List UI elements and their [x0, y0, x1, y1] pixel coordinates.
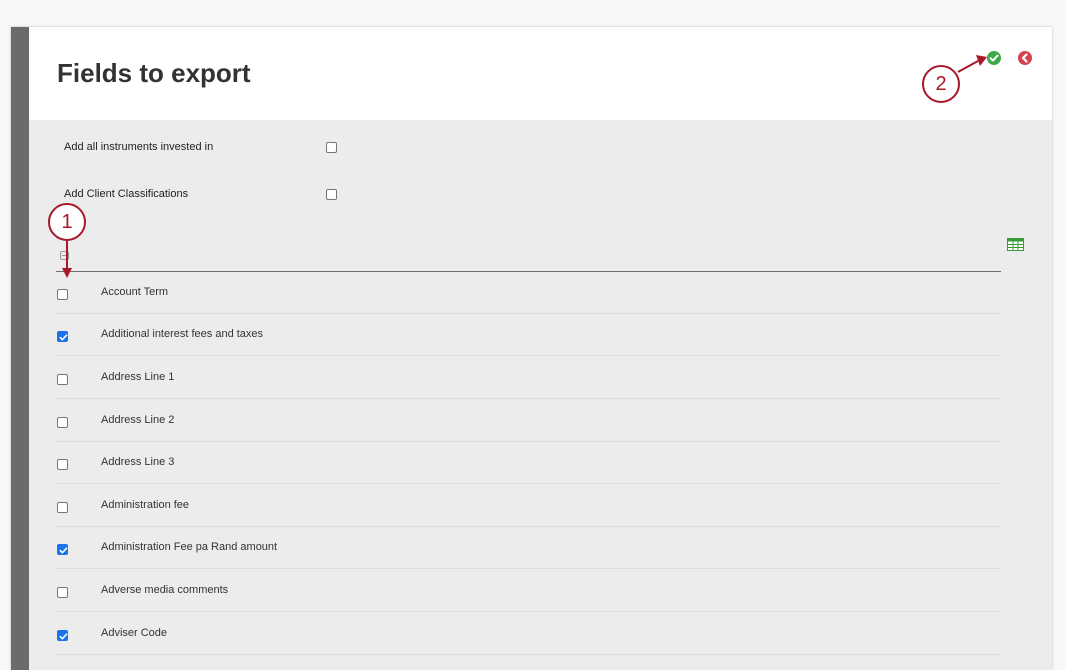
field-checkbox[interactable]	[57, 544, 68, 555]
panel-header: Fields to export	[29, 27, 1052, 120]
checkmark-icon	[59, 334, 68, 341]
field-row: Account Term	[56, 272, 1001, 314]
field-checkbox[interactable]	[57, 417, 68, 428]
field-label: Address Line 1	[101, 371, 175, 383]
back-button[interactable]	[1018, 51, 1032, 65]
field-label: Adviser Code	[101, 627, 168, 639]
field-checkbox[interactable]	[57, 289, 68, 300]
field-row: Administration Fee pa Rand amount	[56, 527, 1001, 569]
field-checkbox[interactable]	[57, 459, 68, 470]
field-label: Administration fee	[101, 499, 190, 511]
spreadsheet-icon[interactable]	[1007, 238, 1024, 251]
export-fields-panel: Fields to export Add all instruments inv…	[11, 27, 1052, 670]
field-row: Additional interest fees and taxes	[56, 314, 1001, 356]
field-row: Address Line 2	[56, 400, 1001, 442]
option-label: Add all instruments invested in	[64, 141, 214, 153]
field-row: Adverse media comments	[56, 570, 1001, 612]
field-row: Administration fee	[56, 485, 1001, 527]
check-circle-icon	[989, 54, 999, 62]
confirm-button[interactable]	[987, 51, 1001, 65]
callout-2: 2	[922, 65, 960, 103]
field-checkbox[interactable]	[57, 331, 68, 342]
page-title: Fields to export	[57, 58, 251, 88]
field-label: Address Line 2	[101, 414, 175, 426]
field-label: Address Line 3	[101, 456, 175, 468]
toggle-all-icon[interactable]	[60, 251, 69, 260]
checkmark-icon	[59, 633, 68, 640]
field-row: Adviser Code	[56, 613, 1001, 655]
chevron-left-circle-icon	[1021, 53, 1028, 63]
field-label: Adverse media comments	[101, 584, 229, 596]
option-label: Add Client Classifications	[64, 188, 189, 200]
field-row: Address Line 3	[56, 442, 1001, 484]
left-side-bar	[11, 27, 29, 670]
field-label: Additional interest fees and taxes	[101, 328, 264, 340]
add-all-instruments-checkbox[interactable]	[326, 142, 337, 153]
field-checkbox[interactable]	[57, 587, 68, 598]
callout-1: 1	[48, 203, 86, 241]
field-checkbox[interactable]	[57, 502, 68, 513]
checkmark-icon	[59, 547, 68, 554]
field-label: Account Term	[101, 286, 169, 298]
add-client-classifications-checkbox[interactable]	[326, 189, 337, 200]
field-row: Address Line 1	[56, 357, 1001, 399]
field-checkbox[interactable]	[57, 374, 68, 385]
field-checkbox[interactable]	[57, 630, 68, 641]
field-label: Administration Fee pa Rand amount	[101, 541, 278, 553]
